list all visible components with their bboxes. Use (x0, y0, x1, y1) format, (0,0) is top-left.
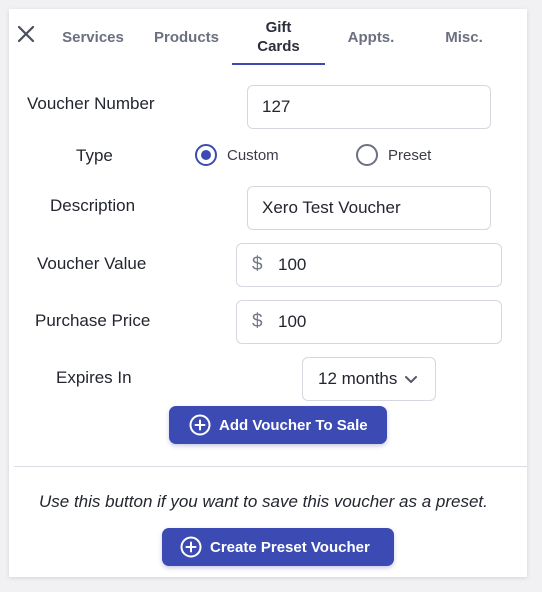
voucher-value-label: Voucher Value (37, 254, 147, 273)
plus-circle-icon (180, 536, 202, 558)
chevron-down-icon (405, 376, 418, 383)
voucher-number-label: Voucher Number (27, 94, 155, 113)
gift-card-panel: Services Products Gift Cards Appts. Misc… (9, 9, 527, 577)
close-icon[interactable] (14, 22, 38, 46)
tab-gift-cards[interactable]: Gift Cards (232, 9, 325, 65)
expires-in-select[interactable]: 12 months (302, 357, 436, 401)
currency-symbol: $ (252, 254, 263, 275)
active-tab-indicator (232, 63, 325, 65)
radio-preset-label[interactable]: Preset (388, 147, 431, 164)
purchase-price-label: Purchase Price (35, 311, 151, 330)
expires-in-value: 12 months (318, 369, 398, 388)
tab-appts[interactable]: Appts. (334, 9, 408, 65)
description-field[interactable]: Xero Test Voucher (247, 186, 491, 230)
type-label: Type (76, 146, 113, 165)
radio-custom-label[interactable]: Custom (227, 147, 279, 164)
create-preset-label: Create Preset Voucher (210, 538, 370, 556)
tab-services[interactable]: Services (53, 9, 133, 65)
create-preset-button[interactable]: Create Preset Voucher (162, 528, 394, 566)
purchase-price-amount: 100 (278, 312, 307, 331)
voucher-value-field[interactable]: $ 100 (236, 243, 502, 287)
radio-custom[interactable] (195, 144, 217, 166)
description-value: Xero Test Voucher (262, 198, 401, 217)
radio-preset[interactable] (356, 144, 378, 166)
tab-misc[interactable]: Misc. (427, 9, 501, 65)
add-voucher-button[interactable]: Add Voucher To Sale (169, 406, 387, 444)
voucher-value-amount: 100 (278, 255, 307, 274)
plus-circle-icon (189, 414, 211, 436)
add-voucher-label: Add Voucher To Sale (219, 416, 368, 434)
description-label: Description (50, 196, 136, 215)
voucher-number-field[interactable]: 127 (247, 85, 491, 129)
voucher-number-value: 127 (262, 97, 291, 116)
section-divider (14, 466, 527, 467)
expires-in-label: Expires In (56, 368, 132, 387)
tab-products[interactable]: Products (145, 9, 228, 65)
purchase-price-field[interactable]: $ 100 (236, 300, 502, 344)
currency-symbol: $ (252, 311, 263, 332)
preset-note: Use this button if you want to save this… (39, 492, 488, 511)
